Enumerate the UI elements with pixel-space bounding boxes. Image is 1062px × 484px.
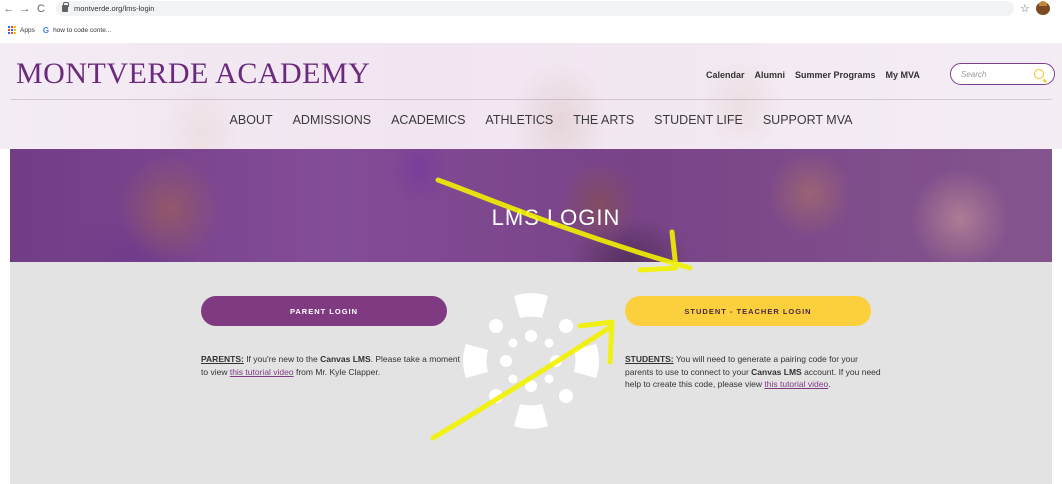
nav-about[interactable]: ABOUT	[230, 113, 273, 127]
parent-instructions: PARENTS: If you're new to the Canvas LMS…	[201, 354, 460, 377]
address-bar[interactable]: montverde.org/lms-login	[56, 1, 1014, 16]
student-lead: STUDENTS:	[625, 354, 674, 364]
parent-login-button[interactable]: PARENT LOGIN	[201, 296, 447, 326]
bookmarks-bar: Apps G how to code conte...	[0, 17, 1062, 43]
search-icon[interactable]	[1034, 69, 1044, 79]
canvas-logo-icon	[463, 293, 599, 429]
utility-links: Calendar Alumni Summer Programs My MVA	[706, 70, 920, 80]
parent-tutorial-link[interactable]: this tutorial video	[230, 367, 294, 377]
link-calendar[interactable]: Calendar	[706, 70, 745, 80]
header-divider	[10, 99, 1052, 100]
url-text: montverde.org/lms-login	[74, 4, 155, 13]
login-section: PARENT LOGIN STUDENT - TEACHER LOGIN PAR…	[10, 262, 1052, 484]
browser-toolbar: ← → C montverde.org/lms-login ☆	[0, 0, 1062, 17]
nav-academics[interactable]: ACADEMICS	[391, 113, 465, 127]
bookmark-star-icon[interactable]: ☆	[1020, 2, 1030, 15]
student-canvas-lms: Canvas LMS	[751, 366, 802, 377]
page-title: LMS LOGIN	[491, 205, 621, 230]
student-tutorial-link[interactable]: this tutorial video	[764, 379, 828, 389]
search-input[interactable]: Search	[950, 63, 1055, 85]
nav-the-arts[interactable]: THE ARTS	[573, 113, 634, 127]
site-logo[interactable]: MONTVERDE ACADEMY	[16, 57, 370, 91]
extension-icon[interactable]	[1036, 1, 1050, 15]
nav-athletics[interactable]: ATHLETICS	[485, 113, 553, 127]
search-placeholder: Search	[961, 69, 987, 79]
link-summer-programs[interactable]: Summer Programs	[795, 70, 876, 80]
link-alumni[interactable]: Alumni	[755, 70, 786, 80]
forward-icon[interactable]: →	[18, 2, 32, 16]
main-nav: ABOUT ADMISSIONS ACADEMICS ATHLETICS THE…	[0, 113, 1062, 127]
parent-lead: PARENTS:	[201, 354, 244, 364]
nav-support-mva[interactable]: SUPPORT MVA	[763, 113, 853, 127]
student-teacher-login-button[interactable]: STUDENT - TEACHER LOGIN	[625, 296, 871, 326]
nav-student-life[interactable]: STUDENT LIFE	[654, 113, 743, 127]
parent-canvas-lms: Canvas LMS	[320, 354, 371, 364]
lock-icon	[62, 2, 69, 12]
hero-banner: LMS LOGIN	[10, 149, 1052, 262]
reload-icon[interactable]: C	[34, 2, 48, 16]
bookmark-how-to-code[interactable]: how to code conte...	[53, 27, 111, 34]
student-instructions: STUDENTS: You will need to generate a pa…	[625, 354, 881, 389]
apps-grid-icon[interactable]	[8, 26, 16, 34]
google-icon: G	[42, 25, 50, 35]
nav-admissions[interactable]: ADMISSIONS	[293, 113, 372, 127]
site-header: MONTVERDE ACADEMY Calendar Alumni Summer…	[0, 43, 1062, 149]
link-my-mva[interactable]: My MVA	[886, 70, 920, 80]
back-icon[interactable]: ←	[2, 2, 16, 16]
bookmark-apps[interactable]: Apps	[20, 27, 35, 34]
